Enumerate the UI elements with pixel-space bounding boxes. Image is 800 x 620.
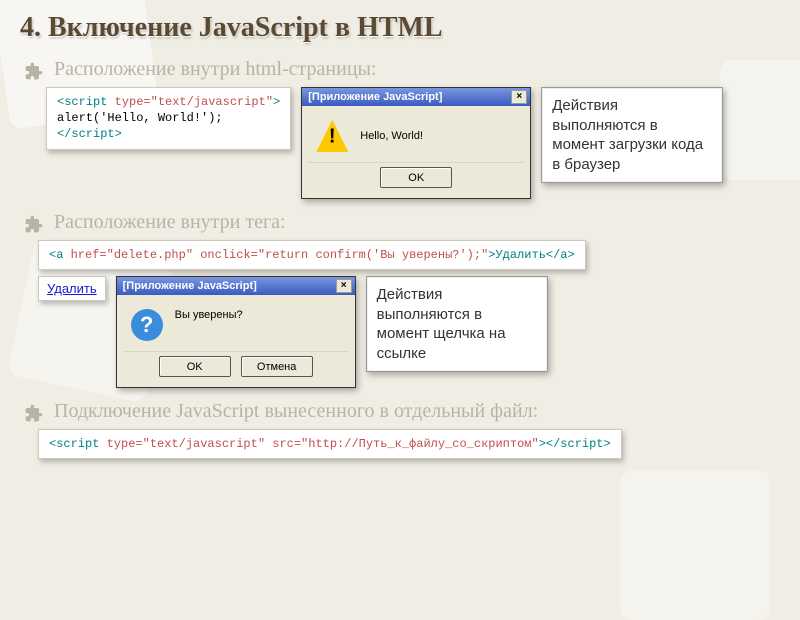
ok-button[interactable]: OK [380, 167, 452, 188]
alert-dialog-hello: [Приложение JavaScript] × Hello, World! … [301, 87, 531, 199]
code-block-external: <script type="text/javascript" src="http… [38, 429, 622, 459]
note-click-time: Действия выполняются в момент щелчка на … [366, 276, 548, 372]
code-block-intag: <a href="delete.php" onclick="return con… [38, 240, 586, 270]
confirm-dialog: [Приложение JavaScript] × Вы уверены? OK… [116, 276, 356, 388]
puzzle-icon [24, 214, 44, 234]
bullet-b: Расположение внутри тега: [54, 211, 286, 234]
slide-title: 4. Включение JavaScript в HTML [20, 12, 780, 44]
ok-button[interactable]: OK [159, 356, 231, 377]
question-icon [131, 309, 163, 341]
puzzle-icon [24, 61, 44, 81]
puzzle-icon [24, 403, 44, 423]
dialog-title: [Приложение JavaScript] [123, 280, 257, 292]
warning-icon [316, 120, 348, 152]
close-icon[interactable]: × [336, 279, 352, 293]
delete-link[interactable]: Удалить [38, 276, 106, 301]
code-block-inline: <script type="text/javascript"> alert('H… [46, 87, 291, 150]
bullet-a: Расположение внутри html-страницы: [54, 58, 377, 81]
cancel-button[interactable]: Отмена [241, 356, 313, 377]
dialog-title: [Приложение JavaScript] [308, 91, 442, 103]
dialog-message: Вы уверены? [175, 309, 243, 321]
dialog-message: Hello, World! [360, 130, 423, 142]
close-icon[interactable]: × [511, 90, 527, 104]
note-load-time: Действия выполняются в момент загрузки к… [541, 87, 723, 183]
bullet-c: Подключение JavaScript вынесенного в отд… [54, 400, 538, 423]
